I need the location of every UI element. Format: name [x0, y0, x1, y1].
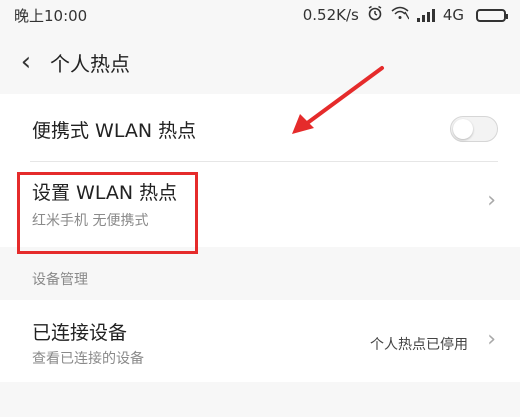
annotation-arrow-icon	[292, 66, 384, 134]
